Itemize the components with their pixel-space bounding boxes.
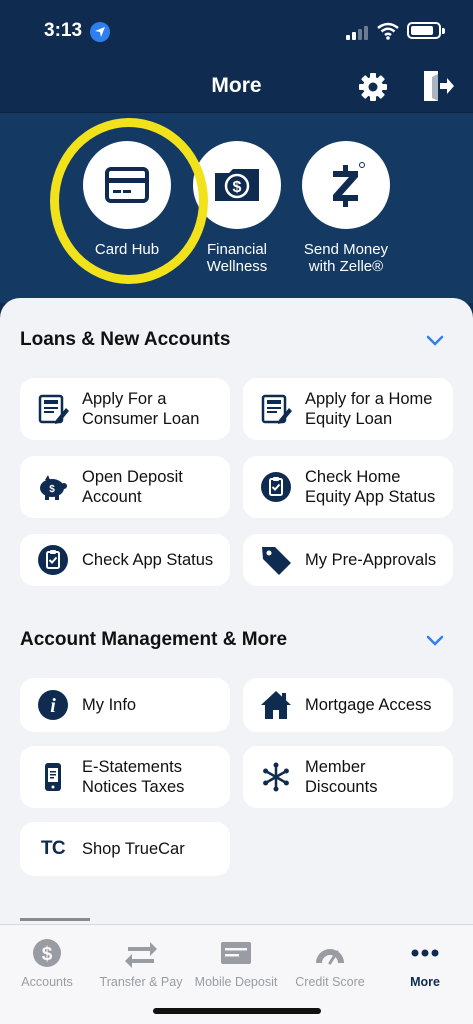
status-time: 3:13 (44, 20, 83, 41)
truecar-icon: TC (36, 832, 70, 866)
my-pre-approvals-tile[interactable]: My Pre-Approvals (243, 534, 453, 586)
tile-label: Open Deposit Account (82, 468, 183, 506)
send-money-zelle-button[interactable]: Send Money with Zelle® (281, 141, 411, 275)
dollar-coin-icon: $ (0, 933, 94, 973)
tab-transfer-pay[interactable]: Transfer & Pay (94, 933, 188, 989)
piggy-bank-icon: $ (36, 470, 70, 504)
home-indicator (153, 1008, 321, 1014)
open-deposit-account-tile[interactable]: $ Open Deposit Account (20, 456, 230, 518)
tile-label: Apply for a Home Equity Loan (305, 390, 433, 428)
status-bar: 3:13 (0, 0, 473, 62)
next-section-peek (20, 914, 120, 924)
svg-text:$: $ (49, 484, 55, 495)
zelle-circle (302, 141, 390, 229)
send-money-label: Send Money with Zelle® (303, 241, 389, 275)
gear-icon (359, 73, 387, 101)
tile-label: Check Home Equity App Status (305, 468, 436, 506)
logout-door-icon (424, 71, 454, 101)
chevron-down-icon[interactable] (426, 335, 444, 347)
my-info-tile[interactable]: i My Info (20, 678, 230, 732)
tile-label: Check App Status (82, 551, 214, 569)
clipboard-check-icon (259, 470, 293, 504)
tile-label: My Info (82, 696, 137, 714)
settings-button[interactable] (356, 70, 390, 104)
more-dots-icon (378, 933, 472, 973)
snowflake-icon (259, 760, 293, 794)
tab-accounts[interactable]: $ Accounts (0, 933, 94, 989)
tile-label: E-Statements Notices Taxes (82, 758, 185, 796)
tile-label: Shop TrueCar (82, 840, 185, 858)
loan-document-icon (36, 392, 70, 426)
apply-home-equity-loan-tile[interactable]: Apply for a Home Equity Loan (243, 378, 453, 440)
app-header: More (0, 62, 473, 112)
check-deposit-icon (189, 933, 283, 973)
transfer-arrows-icon (94, 933, 188, 973)
svg-text:i: i (50, 695, 56, 717)
svg-text:$: $ (42, 944, 53, 965)
zelle-icon (333, 162, 365, 207)
member-discounts-tile[interactable]: Member Discounts (243, 746, 453, 808)
tab-more[interactable]: More (378, 933, 472, 989)
check-home-equity-status-tile[interactable]: Check Home Equity App Status (243, 456, 453, 518)
cellular-signal-icon (346, 24, 370, 40)
tab-credit-score[interactable]: Credit Score (283, 933, 377, 989)
page-title: More (211, 74, 262, 97)
tile-label: Member Discounts (305, 758, 378, 796)
highlight-circle-annotation (50, 118, 208, 284)
phone-document-icon (36, 760, 70, 794)
gauge-icon (283, 933, 377, 973)
check-app-status-tile[interactable]: Check App Status (20, 534, 230, 586)
location-arrow-icon (90, 22, 110, 42)
shop-truecar-tile[interactable]: TC Shop TrueCar (20, 822, 230, 876)
truecar-logo-text: TC (40, 838, 66, 859)
battery-icon (407, 22, 445, 39)
wifi-icon (377, 22, 399, 40)
apply-consumer-loan-tile[interactable]: Apply For a Consumer Loan (20, 378, 230, 440)
tile-label: Apply For a Consumer Loan (82, 390, 200, 428)
tile-label: My Pre-Approvals (305, 551, 437, 569)
e-statements-tile[interactable]: E-Statements Notices Taxes (20, 746, 230, 808)
section-title-loans: Loans & New Accounts (20, 329, 231, 350)
more-menu-content: Loans & New Accounts Apply For a Consume… (0, 298, 473, 924)
tab-mobile-deposit[interactable]: Mobile Deposit (189, 933, 283, 989)
tile-label: Mortgage Access (305, 696, 432, 714)
mortgage-access-tile[interactable]: Mortgage Access (243, 678, 453, 732)
house-icon (259, 688, 293, 722)
info-icon: i (36, 688, 70, 722)
chevron-down-icon[interactable] (426, 635, 444, 647)
section-title-account-management: Account Management & More (20, 629, 288, 650)
clipboard-check-icon (36, 543, 70, 577)
loan-document-icon (259, 392, 293, 426)
svg-text:$: $ (233, 179, 242, 196)
tag-icon (259, 543, 293, 577)
logout-button[interactable] (420, 68, 456, 104)
